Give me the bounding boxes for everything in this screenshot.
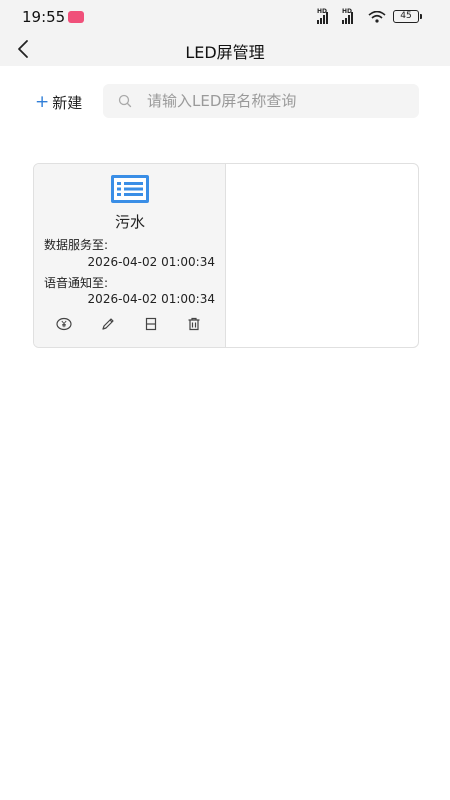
- delete-icon[interactable]: [186, 316, 202, 332]
- battery-level: 45: [400, 11, 412, 21]
- new-button[interactable]: + 新建: [35, 90, 82, 114]
- wifi-icon: [368, 11, 386, 23]
- led-screen-grid: 污水 数据服务至: 2026-04-02 01:00:34 语音通知至: 202…: [33, 163, 419, 348]
- save-icon[interactable]: [143, 316, 159, 332]
- voice-notify-value: 2026-04-02 01:00:34: [87, 292, 215, 306]
- new-button-label: 新建: [52, 93, 83, 112]
- voice-notify-label: 语音通知至:: [44, 276, 109, 290]
- status-time: 19:55: [22, 8, 66, 26]
- battery-icon: 45: [393, 10, 422, 23]
- status-bar: 19:55 HD HD 45: [0, 0, 450, 34]
- list-screen-icon: [111, 175, 149, 203]
- search-input[interactable]: [147, 84, 407, 118]
- signal-icon-2: HD: [342, 8, 362, 24]
- yen-icon[interactable]: [56, 316, 72, 332]
- plus-icon: +: [35, 92, 50, 112]
- data-service-label: 数据服务至:: [44, 238, 109, 252]
- page-title: LED屏管理: [185, 43, 265, 62]
- card-actions: [34, 314, 226, 334]
- app-notification-icon: [68, 11, 84, 23]
- data-service-value: 2026-04-02 01:00:34: [87, 255, 215, 269]
- search-icon: [118, 94, 132, 108]
- edit-icon[interactable]: [100, 316, 116, 332]
- led-screen-card[interactable]: 污水 数据服务至: 2026-04-02 01:00:34 语音通知至: 202…: [34, 164, 226, 347]
- signal-icon: HD: [317, 8, 337, 24]
- search-box[interactable]: [103, 84, 419, 118]
- app-header: LED屏管理: [0, 34, 450, 66]
- card-name: 污水: [114, 213, 145, 231]
